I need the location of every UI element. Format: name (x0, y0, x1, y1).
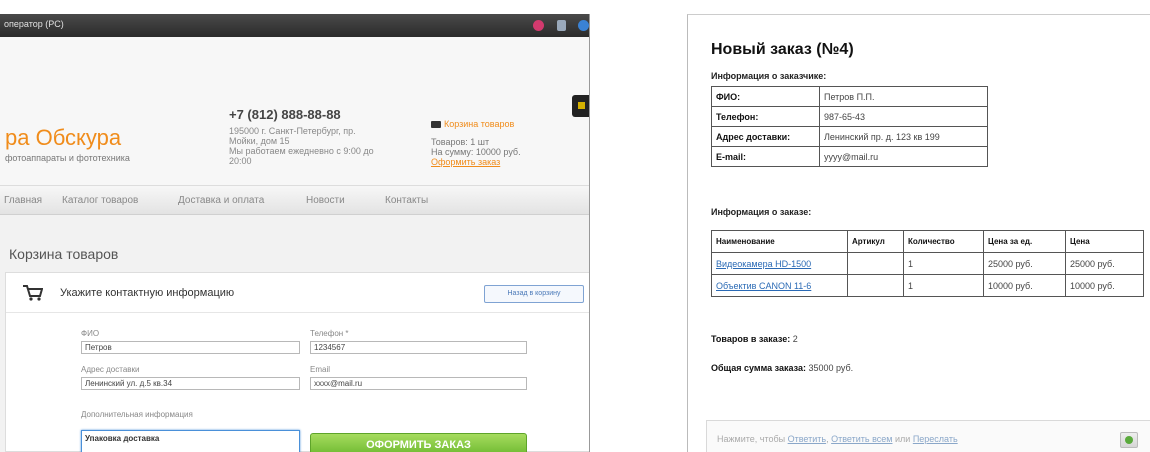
customer-key: Телефон: (711, 106, 820, 127)
back-to-cart-button[interactable]: Назад в корзину (484, 285, 584, 303)
customer-value: yyyy@mail.ru (819, 146, 988, 167)
reply-bar[interactable]: Нажмите, чтобы Ответить, Ответить всем и… (706, 420, 1150, 452)
mini-cart-checkout-link[interactable]: Оформить заказ (431, 157, 553, 167)
column-header: Количество (903, 230, 984, 253)
contact-phone: +7 (812) 888-88-88 (229, 107, 341, 122)
fio-field[interactable] (81, 341, 300, 354)
contact-form-panel: Укажите контактную информацию Назад в ко… (5, 272, 589, 452)
cart-icon (431, 121, 441, 129)
comment-label: Дополнительная информация (81, 410, 193, 419)
mini-cart-count: Товаров: 1 шт (431, 137, 490, 147)
corner-badge-icon[interactable] (572, 95, 589, 117)
mini-cart: Корзина товаров Товаров: 1 шт На сумму: … (431, 119, 553, 167)
record-icon[interactable] (533, 20, 544, 31)
customer-value: 987-65-43 (819, 106, 988, 127)
order-info-heading: Информация о заказе: (711, 207, 812, 217)
nav-item-home[interactable]: Главная (4, 195, 42, 206)
column-header: Цена (1065, 230, 1144, 253)
table-row: ФИО: Петров П.П. (711, 86, 988, 107)
table-row: Видеокамера HD-1500 1 25000 руб. 25000 р… (711, 252, 1144, 275)
customer-key: E-mail: (711, 146, 820, 167)
address-line: Мы работаем ежедневно с 9:00 до (229, 146, 374, 156)
mini-cart-title[interactable]: Корзина товаров (444, 119, 514, 129)
site-tagline: фотоаппараты и фототехника (5, 153, 130, 163)
email-field[interactable] (310, 377, 527, 390)
customer-key: Адрес доставки: (711, 126, 820, 147)
window-title: оператор (PC) (4, 19, 64, 29)
phone-label: Телефон * (310, 329, 349, 338)
reply-all-link[interactable]: Ответить всем (831, 434, 892, 444)
settings-icon[interactable] (578, 20, 589, 31)
site-header: ра Обскура фотоаппараты и фототехника +7… (0, 37, 589, 185)
total-value: 35000 руб. (808, 363, 854, 373)
customer-info-table: ФИО: Петров П.П. Телефон: 987-65-43 Адре… (711, 86, 988, 167)
form-header: Укажите контактную информацию Назад в ко… (6, 273, 589, 313)
address-field[interactable] (81, 377, 300, 390)
order-email-screenshot: Новый заказ (№4) Информация о заказчике:… (687, 14, 1150, 452)
email-label: Email (310, 365, 331, 374)
item-qty-cell: 1 (903, 252, 984, 275)
item-unit-price-cell: 25000 руб. (983, 252, 1066, 275)
column-header: Цена за ед. (983, 230, 1066, 253)
reply-bar-text: Нажмите, чтобы Ответить, Ответить всем и… (717, 434, 958, 444)
table-row: E-mail: yyyy@mail.ru (711, 146, 988, 167)
item-name-cell: Объектив CANON 11-6 (711, 274, 848, 297)
nav-item-catalog[interactable]: Каталог товаров (62, 195, 138, 206)
place-order-button[interactable]: ОФОРМИТЬ ЗАКАЗ (310, 433, 527, 452)
comment-textarea[interactable]: Упаковка доставка (81, 430, 300, 452)
canvas: оператор (PC) ра Обскура фотоаппараты и … (0, 0, 1150, 452)
order-items-table: Наименование Артикул Количество Цена за … (711, 230, 1144, 297)
item-link[interactable]: Видеокамера HD-1500 (716, 259, 811, 269)
mini-cart-sum: На сумму: 10000 руб. (431, 147, 521, 157)
customer-key: ФИО: (711, 86, 820, 107)
nav-item-delivery[interactable]: Доставка и оплата (178, 195, 264, 206)
checkout-screenshot: оператор (PC) ра Обскура фотоаппараты и … (0, 14, 590, 452)
item-sku-cell (847, 274, 904, 297)
item-unit-price-cell: 10000 руб. (983, 274, 1066, 297)
item-price-cell: 25000 руб. (1065, 252, 1144, 275)
item-price-cell: 10000 руб. (1065, 274, 1144, 297)
nav-item-news[interactable]: Новости (306, 195, 345, 206)
reply-prefix: Нажмите, чтобы (717, 434, 786, 444)
column-header: Артикул (847, 230, 904, 253)
items-count-label: Товаров в заказе: (711, 334, 791, 344)
table-row: Телефон: 987-65-43 (711, 106, 988, 127)
page-title: Корзина товаров (9, 246, 119, 262)
nav-item-contacts[interactable]: Контакты (385, 195, 428, 206)
shopping-cart-icon (23, 285, 43, 301)
browser-top-bar: оператор (PC) (0, 14, 589, 37)
reply-link[interactable]: Ответить (788, 434, 826, 444)
fio-label: ФИО (81, 329, 100, 338)
forward-link[interactable]: Переслать (913, 434, 958, 444)
item-sku-cell (847, 252, 904, 275)
customer-info-heading: Информация о заказчике: (711, 71, 827, 81)
send-icon[interactable] (1120, 432, 1138, 448)
site-logo[interactable]: ра Обскура (5, 125, 121, 151)
table-row: Адрес доставки: Ленинский пр. д. 123 кв … (711, 126, 988, 147)
form-heading: Укажите контактную информацию (60, 287, 235, 299)
customer-value: Петров П.П. (819, 86, 988, 107)
total-label: Общая сумма заказа: (711, 363, 806, 373)
speaker-icon[interactable] (557, 20, 566, 31)
item-qty-cell: 1 (903, 274, 984, 297)
main-nav: Главная Каталог товаров Доставка и оплат… (0, 185, 589, 215)
address-line: 195000 г. Санкт-Петербург, пр. (229, 126, 356, 136)
table-header-row: Наименование Артикул Количество Цена за … (711, 230, 1144, 253)
reply-or: или (894, 434, 911, 444)
items-count-summary: Товаров в заказе: 2 (711, 334, 798, 344)
column-header: Наименование (711, 230, 848, 253)
customer-value: Ленинский пр. д. 123 кв 199 (819, 126, 988, 147)
item-link[interactable]: Объектив CANON 11-6 (716, 281, 811, 291)
order-title: Новый заказ (№4) (711, 41, 854, 58)
address-line: 20:00 (229, 156, 252, 166)
item-name-cell: Видеокамера HD-1500 (711, 252, 848, 275)
address-line: Мойки, дом 15 (229, 136, 290, 146)
address-label: Адрес доставки (81, 365, 140, 374)
items-count-value: 2 (792, 334, 798, 344)
phone-field[interactable] (310, 341, 527, 354)
total-summary: Общая сумма заказа: 35000 руб. (711, 363, 853, 373)
table-row: Объектив CANON 11-6 1 10000 руб. 10000 р… (711, 274, 1144, 297)
